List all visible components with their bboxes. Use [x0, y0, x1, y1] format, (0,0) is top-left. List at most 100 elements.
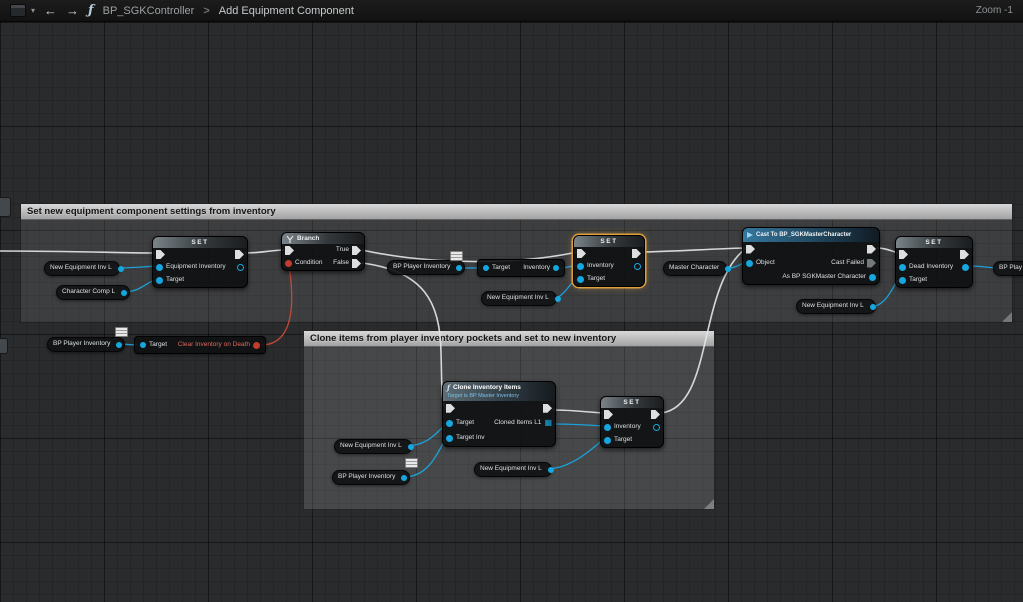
exec-in-pin[interactable]: [577, 249, 586, 258]
clone-inventory-items-node[interactable]: ƒ Clone Inventory Items Target is BP Mas…: [442, 381, 556, 447]
exec-out-pin[interactable]: [632, 249, 641, 258]
exec-out-pin[interactable]: [235, 250, 244, 259]
exec-out-pin[interactable]: [543, 404, 552, 413]
pin-label: As BP SGKMaster Character: [782, 274, 866, 281]
breadcrumb-separator: >: [203, 5, 209, 17]
get-master-character-node[interactable]: Master Character: [663, 261, 727, 276]
object-in-pin[interactable]: [156, 264, 163, 271]
exec-in-pin[interactable]: [604, 410, 613, 419]
get-new-equipment-inv-node[interactable]: New Equipment Inv L: [44, 261, 120, 276]
set-equipment-inventory-node[interactable]: SET Equipment Inventory Target: [152, 236, 248, 288]
get-bp-player-inventory-node[interactable]: BP Player Inventory: [47, 337, 125, 352]
pin-label: Target: [587, 276, 605, 283]
note-icon: [450, 251, 463, 261]
object-in-pin[interactable]: [446, 435, 453, 442]
object-out-pin[interactable]: [548, 467, 554, 473]
note-icon: [115, 327, 128, 337]
set-inventory-node[interactable]: SET Inventory Target: [600, 396, 664, 448]
variable-name: New Equipment Inv L: [802, 303, 864, 310]
chevron-down-icon[interactable]: ▾: [31, 6, 35, 15]
object-in-pin[interactable]: [746, 260, 753, 267]
object-in-pin[interactable]: [577, 263, 584, 270]
object-out-pin[interactable]: [725, 266, 731, 272]
object-in-pin[interactable]: [140, 342, 146, 348]
object-in-pin[interactable]: [446, 420, 453, 427]
object-out-pin[interactable]: [401, 475, 407, 481]
back-icon[interactable]: ←: [44, 4, 57, 17]
get-clear-inventory-on-death-node[interactable]: Target Clear Inventory on Death: [134, 336, 266, 354]
branch-node[interactable]: Branch True Condition False: [281, 232, 365, 271]
object-out-pin[interactable]: [456, 265, 462, 271]
blueprint-graph-canvas[interactable]: Set new equipment component settings fro…: [0, 22, 1023, 602]
pin-label: Clear Inventory on Death: [178, 342, 250, 349]
object-out-pin[interactable]: [869, 274, 876, 281]
exec-in-pin[interactable]: [746, 245, 755, 254]
note-icon: [405, 458, 418, 468]
node-title: SET: [896, 237, 972, 248]
object-out-pin[interactable]: [962, 264, 969, 271]
get-bp-player-inventory-node[interactable]: BP Player Inventory: [332, 470, 410, 485]
exec-cast-failed-pin[interactable]: [867, 259, 876, 268]
object-out-pin[interactable]: [555, 296, 561, 302]
exec-in-pin[interactable]: [899, 250, 908, 259]
exec-true-pin[interactable]: [352, 246, 361, 255]
object-in-pin[interactable]: [604, 437, 611, 444]
object-out-pin[interactable]: [870, 304, 876, 310]
panel-menu-icon[interactable]: [10, 4, 26, 17]
cast-icon: [747, 232, 753, 238]
exec-out-pin[interactable]: [651, 410, 660, 419]
object-out-pin[interactable]: [653, 424, 660, 431]
get-bp-player-inventory-node[interactable]: BP Play: [993, 261, 1023, 276]
comment-title[interactable]: Clone items from player inventory pocket…: [304, 331, 714, 347]
object-in-pin[interactable]: [604, 424, 611, 431]
object-out-pin[interactable]: [118, 266, 124, 272]
set-inventory-node[interactable]: SET Inventory Target: [573, 235, 645, 287]
object-out-pin[interactable]: [408, 444, 414, 450]
bool-in-pin[interactable]: [285, 260, 292, 267]
object-out-pin[interactable]: [116, 342, 122, 348]
forward-icon[interactable]: →: [66, 4, 79, 17]
exec-false-pin[interactable]: [352, 259, 361, 268]
pin-label: Condition: [295, 260, 322, 267]
exec-in-pin[interactable]: [446, 404, 455, 413]
get-inventory-node[interactable]: Target Inventory: [477, 259, 565, 277]
object-in-pin[interactable]: [899, 264, 906, 271]
array-out-pin[interactable]: ▦: [544, 419, 552, 427]
breadcrumb-root[interactable]: BP_SGKController: [103, 5, 195, 17]
exec-in-pin[interactable]: [156, 250, 165, 259]
variable-name: BP Play: [999, 265, 1022, 272]
node-title: SET: [601, 397, 663, 408]
get-new-equipment-inv-node[interactable]: New Equipment Inv L: [481, 291, 557, 306]
object-in-pin[interactable]: [483, 265, 489, 271]
pin-label: Target: [166, 277, 184, 284]
get-bp-player-inventory-node[interactable]: BP Player Inventory: [387, 260, 465, 275]
pin-label: Dead Inventory: [909, 264, 953, 271]
object-out-pin[interactable]: [553, 265, 559, 271]
get-new-equipment-inv-node[interactable]: New Equipment Inv L: [334, 439, 412, 454]
offscreen-node[interactable]: [0, 338, 8, 354]
node-title: Clone Inventory Items: [453, 384, 521, 391]
object-out-pin[interactable]: [237, 264, 244, 271]
object-in-pin[interactable]: [156, 277, 163, 284]
resize-handle-icon[interactable]: [1002, 312, 1012, 322]
resize-handle-icon[interactable]: [704, 499, 714, 509]
get-character-comp-node[interactable]: Character Comp L: [56, 285, 130, 300]
node-title: SET: [574, 236, 644, 247]
object-out-pin[interactable]: [634, 263, 641, 270]
breadcrumb-current[interactable]: Add Equipment Component: [219, 5, 354, 17]
object-in-pin[interactable]: [577, 276, 584, 283]
exec-out-pin[interactable]: [960, 250, 969, 259]
exec-in-pin[interactable]: [285, 246, 294, 255]
comment-title[interactable]: Set new equipment component settings fro…: [21, 204, 1012, 220]
exec-out-pin[interactable]: [867, 245, 876, 254]
variable-name: Character Comp L: [62, 289, 115, 296]
get-new-equipment-inv-node[interactable]: New Equipment Inv L: [796, 299, 876, 314]
get-new-equipment-inv-node[interactable]: New Equipment Inv L: [474, 462, 552, 477]
graph-toolbar: ▾ ← → ƒ BP_SGKController > Add Equipment…: [0, 0, 1023, 22]
object-in-pin[interactable]: [899, 277, 906, 284]
offscreen-node[interactable]: [0, 197, 11, 217]
bool-out-pin[interactable]: [253, 342, 260, 349]
object-out-pin[interactable]: [121, 290, 127, 296]
cast-to-bp-sgkmastercharacter-node[interactable]: Cast To BP_SGKMasterCharacter Object Cas…: [742, 227, 880, 285]
set-dead-inventory-node[interactable]: SET Dead Inventory Target: [895, 236, 973, 288]
